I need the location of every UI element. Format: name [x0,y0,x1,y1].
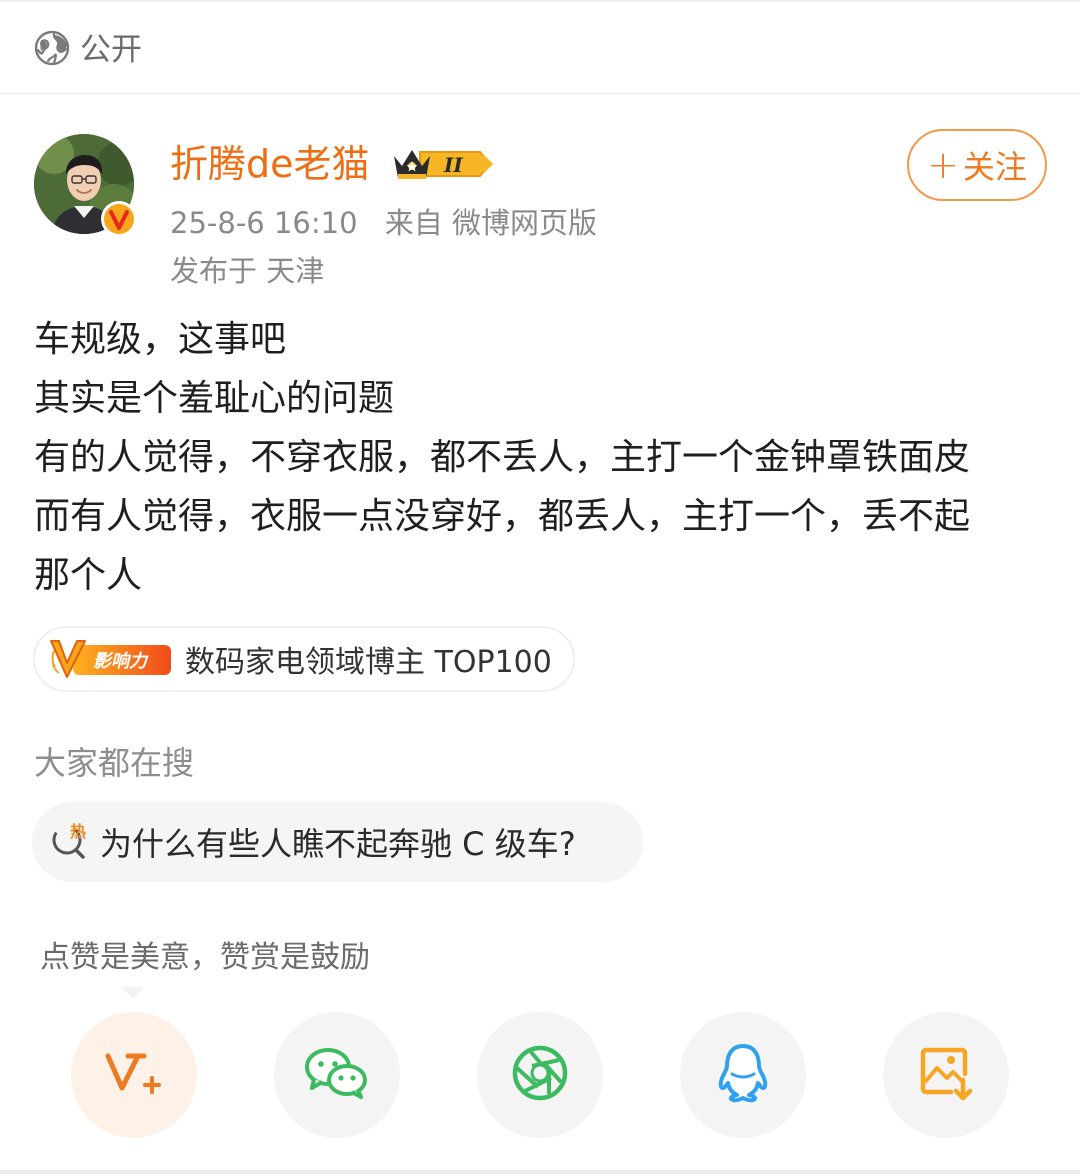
influence-label: 数码家电领域博主 TOP100 [185,645,552,680]
tooltip-arrow [121,987,145,999]
trending-title: 大家都在搜 [34,744,195,782]
post-line: 其实是个羞耻心的问题 [34,378,395,419]
reward-button[interactable] [71,1012,197,1138]
share-qq-button[interactable] [680,1012,806,1138]
post-timestamp: 25-8-6 16:10 [170,206,358,240]
reward-tooltip: 点赞是美意，赞赏是鼓励 [32,930,378,988]
post-content: 车规级，这事吧 其实是个羞耻心的问题 有的人觉得，不穿衣服，都不丢人，主打一个金… [34,310,1054,605]
verified-v-icon [100,200,138,238]
globe-icon [34,30,70,70]
trending-search-item[interactable]: 热 为什么有些人瞧不起奔驰 C 级车? [32,802,643,882]
reward-v-plus-icon [104,1048,164,1102]
bottom-divider [0,1170,1080,1174]
visibility-setting[interactable]: 公开 [34,30,142,70]
post-source[interactable]: 来自 微博网页版 [385,206,597,240]
save-image-icon [917,1044,975,1106]
plus-icon: + [927,143,959,187]
hot-mark: 热 [70,822,86,841]
follow-label: 关注 [962,148,1027,186]
wechat-icon [304,1045,370,1105]
post-meta: 25-8-6 16:10 来自 微博网页版 [170,203,597,243]
influence-v-badge-icon: 影响力 [49,637,173,681]
crown-level-icon[interactable]: II [390,142,494,186]
top-bar: 公开 [0,0,1080,94]
moments-aperture-icon [511,1044,569,1106]
hot-search-icon: 热 [50,820,90,864]
trending-query: 为什么有些人瞧不起奔驰 C 级车? [100,825,576,863]
post-line: 而有人觉得，衣服一点没穿好，都丢人，主打一个，丢不起 [34,496,971,537]
share-moments-button[interactable] [477,1012,603,1138]
share-wechat-button[interactable] [274,1012,400,1138]
qq-penguin-icon [715,1042,771,1108]
save-image-button[interactable] [883,1012,1009,1138]
post-line: 车规级，这事吧 [34,319,287,360]
author-name[interactable]: 折腾de老猫 [170,140,370,188]
influence-badge-text: 影响力 [93,651,149,672]
badge-level-text: II [443,153,463,177]
post-line: 那个人 [34,555,143,596]
post-location: 发布于 天津 [170,254,325,288]
follow-button[interactable]: + 关注 [907,129,1047,201]
influence-chip[interactable]: 影响力 数码家电领域博主 TOP100 [33,626,575,692]
visibility-label: 公开 [80,32,142,68]
post-line: 有的人觉得，不穿衣服，都不丢人，主打一个金钟罩铁面皮 [34,437,971,478]
